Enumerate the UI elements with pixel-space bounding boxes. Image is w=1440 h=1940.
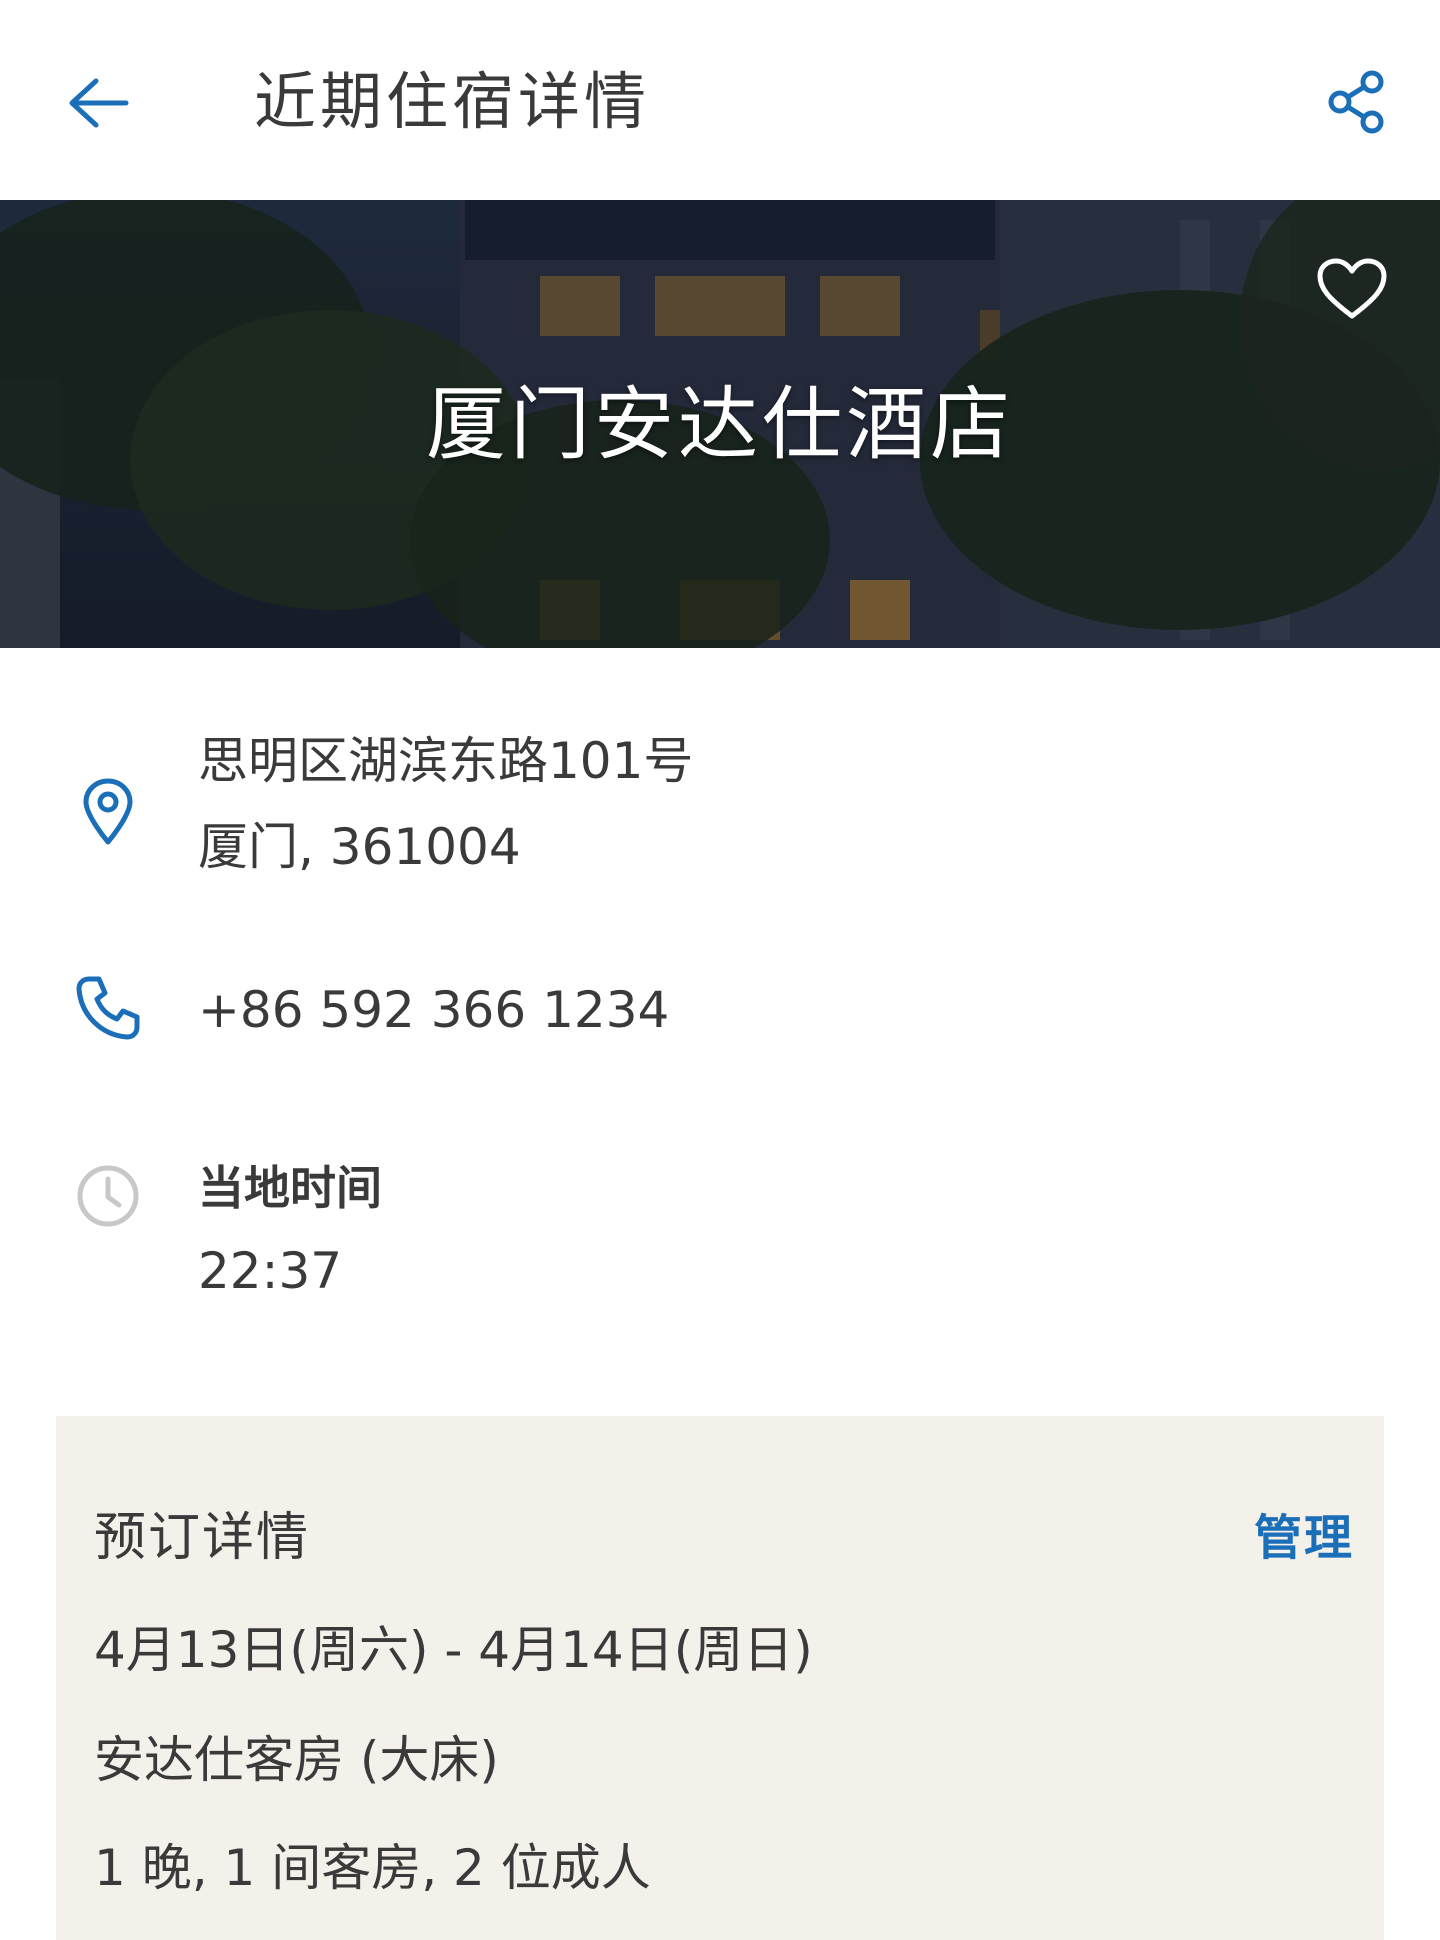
phone-row[interactable]: +86 592 366 1234 <box>0 960 1440 1060</box>
booking-summary: 1 晚, 1 间客房, 2 位成人 <box>94 1839 651 1897</box>
address-row[interactable]: 思明区湖滨东路101号 厦门, 361004 <box>0 714 1440 904</box>
hotel-name: 厦门安达仕酒店 <box>426 378 1014 471</box>
local-time-text: 当地时间 22:37 <box>198 1148 382 1314</box>
booking-details-card: 预订详情 管理 4月13日(周六) - 4月14日(周日) 安达仕客房 (大床)… <box>56 1416 1384 1940</box>
share-button[interactable] <box>1318 62 1398 142</box>
phone-icon <box>68 968 148 1048</box>
heart-outline-icon <box>1317 258 1387 319</box>
phone-number[interactable]: +86 592 366 1234 <box>198 964 669 1056</box>
booking-dates: 4月13日(周六) - 4月14日(周日) <box>94 1621 813 1679</box>
local-time-value: 22:37 <box>198 1242 343 1300</box>
favorite-button[interactable] <box>1310 248 1394 332</box>
booking-details-title: 预订详情 <box>94 1508 311 1568</box>
address-line-2: 厦门, 361004 <box>198 818 521 876</box>
booking-room-type: 安达仕客房 (大床) <box>94 1731 499 1789</box>
clock-icon <box>68 1156 148 1236</box>
local-time-row: 当地时间 22:37 <box>0 1148 1440 1318</box>
address-line-1: 思明区湖滨东路101号 <box>198 732 694 790</box>
manage-button[interactable]: 管理 <box>1254 1502 1354 1574</box>
back-button[interactable] <box>56 68 140 138</box>
share-icon <box>1328 70 1384 134</box>
local-time-label: 当地时间 <box>198 1161 382 1215</box>
hotel-hero-image: 厦门安达仕酒店 <box>0 200 1440 648</box>
address-text: 思明区湖滨东路101号 厦门, 361004 <box>198 718 693 890</box>
location-pin-icon <box>68 772 148 852</box>
page-title: 近期住宿详情 <box>254 65 651 138</box>
arrow-left-icon <box>69 78 129 128</box>
top-app-bar: 近期住宿详情 <box>0 0 1440 200</box>
